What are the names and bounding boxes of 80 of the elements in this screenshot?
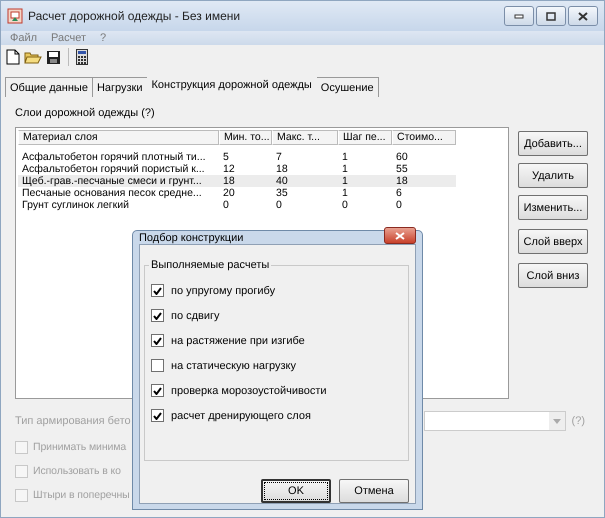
minimize-icon [514, 13, 524, 19]
checkbox-label: по сдвигу [171, 310, 220, 322]
table-cell-text: 40 [275, 175, 289, 187]
table-cell-text: 6 [395, 187, 403, 199]
action-button[interactable]: Изменить... [518, 195, 588, 220]
column-header[interactable]: Макс. т... [272, 130, 338, 145]
checkbox[interactable] [151, 384, 164, 397]
ok-button[interactable]: OK [261, 479, 331, 503]
table-cell-text: 35 [275, 187, 289, 199]
table-cell-text: 18 [395, 175, 409, 187]
table-cell-text: 60 [395, 151, 409, 163]
table-cell-text: Песчаные основания песок средне... [21, 187, 203, 199]
group-title: Выполняемые расчеты [149, 259, 272, 271]
checkbox-label: Принимать минима [33, 441, 126, 453]
table-cell-text: 20 [222, 187, 236, 199]
table-cell-text: 5 [222, 151, 230, 163]
table-cell-text: Асфальтобетон горячий пористый к... [21, 163, 206, 175]
table-row[interactable]: Асфальтобетон горячий пористый к... 12 18 1 55 [18, 163, 456, 175]
close-icon [578, 12, 588, 20]
action-button[interactable]: Добавить... [518, 131, 588, 156]
table-cell-text: 0 [275, 199, 283, 211]
table-cell-text: 7 [275, 151, 283, 163]
checkbox-label: на статическую нагрузку [171, 360, 296, 372]
table-cell-text: 1 [341, 163, 349, 175]
window-title: Расчет дорожной одежды - Без имени [28, 9, 242, 23]
section-label: Слои дорожной одежды (?) [15, 107, 155, 119]
table-cell-text: 55 [395, 163, 409, 175]
new-file-icon[interactable] [6, 49, 20, 65]
reinforcement-label: Тип армирования бето [15, 415, 131, 427]
column-header[interactable]: Стоимо... [392, 130, 456, 145]
table-cell-text: 18 [222, 175, 236, 187]
table-cell-text: 1 [341, 151, 349, 163]
checkbox[interactable] [151, 359, 164, 372]
app-icon [7, 8, 23, 24]
table-row[interactable]: Песчаные основания песок средне... 20 35 1 6 [18, 187, 456, 199]
checkbox-label: Использовать в ко [33, 465, 121, 477]
checkbox[interactable] [15, 464, 28, 478]
table-cell-text: 0 [341, 199, 349, 211]
cancel-button[interactable]: Отмена [339, 479, 409, 503]
checkbox[interactable] [151, 309, 164, 322]
checkbox-label: по упругому прогибу [171, 284, 276, 296]
column-header[interactable]: Мин. то... [219, 130, 272, 145]
table-cell-text: 0 [395, 199, 403, 211]
action-button[interactable]: Удалить [518, 163, 588, 188]
table-cell-text: Асфальтобетон горячий плотный ти... [21, 151, 207, 163]
table-cell-text: 1 [341, 187, 349, 199]
dialog-title: Подбор конструкции [139, 232, 244, 244]
close-button[interactable] [568, 6, 598, 26]
minimize-button[interactable] [504, 6, 534, 26]
checkbox-label: Штыри в поперечны [33, 489, 130, 501]
table-row[interactable]: Щеб.-грав.-песчаные смеси и грунт... 18 40 1 18 [18, 175, 456, 187]
checkbox-label: расчет дренирующего слоя [171, 410, 311, 422]
maximize-icon [546, 12, 556, 20]
checkbox[interactable] [15, 440, 28, 454]
tab[interactable]: Осушение [316, 77, 379, 97]
checkbox-label: проверка морозоустойчивости [171, 384, 327, 396]
maximize-button[interactable] [536, 6, 566, 26]
checkbox[interactable] [151, 334, 164, 347]
column-header[interactable]: Шаг пе... [338, 130, 392, 145]
checkbox[interactable] [15, 488, 28, 502]
close-button[interactable] [384, 227, 416, 244]
action-button[interactable]: Слой вверх [518, 229, 588, 254]
table-cell-text: 18 [275, 163, 289, 175]
table-cell-text: Щеб.-грав.-песчаные смеси и грунт... [21, 175, 203, 187]
table-cell-text: 0 [222, 199, 230, 211]
calculator-icon[interactable] [76, 49, 88, 65]
table-row[interactable]: Грунт суглинок легкий 0 0 0 0 [18, 199, 456, 211]
table-cell-text: 12 [222, 163, 236, 175]
table-row[interactable]: Асфальтобетон горячий плотный ти... 5 7 1 60 [18, 151, 456, 163]
column-header[interactable]: Материал слоя [18, 130, 219, 145]
table-cell-text: Грунт суглинок легкий [21, 199, 130, 211]
table-cell-text: 1 [341, 175, 349, 187]
checkbox[interactable] [151, 409, 164, 422]
dropdown-arrow-icon [552, 418, 561, 424]
checkbox[interactable] [151, 284, 164, 297]
checkbox-label: на растяжение при изгибе [171, 334, 305, 346]
save-icon[interactable] [46, 50, 61, 64]
action-button[interactable]: Слой вниз [518, 263, 588, 288]
tab[interactable]: Общие данные [5, 77, 93, 97]
close-icon [395, 232, 405, 240]
